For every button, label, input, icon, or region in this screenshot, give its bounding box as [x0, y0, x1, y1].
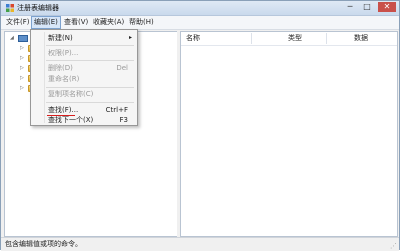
menu-item-label: 权限(P)... [48, 49, 79, 57]
menu-item-new[interactable]: 新建(N) ▸ [31, 32, 137, 44]
menu-item-label: 查找下一个(X) [48, 116, 94, 124]
collapse-arrow-icon[interactable]: ◢ [10, 36, 14, 41]
values-list-pane[interactable]: 名称 类型 数据 [180, 31, 398, 237]
registry-editor-icon [6, 4, 14, 12]
menu-item-find-next[interactable]: 查找下一个(X) F3 [31, 114, 137, 126]
close-button[interactable]: ✕ [378, 2, 396, 12]
menu-item-label: 重命名(R) [48, 75, 80, 83]
expand-arrow-icon[interactable]: ▷ [20, 76, 24, 81]
expand-arrow-icon[interactable]: ▷ [20, 86, 24, 91]
menu-item-shortcut: F3 [119, 116, 128, 124]
menu-separator [46, 45, 134, 46]
menu-bar: 文件(F) 编辑(E) 查看(V) 收藏夹(A) 帮助(H) [1, 16, 399, 30]
menu-item-copy-key-name[interactable]: 复制项名称(C) [31, 88, 137, 100]
expand-arrow-icon[interactable]: ▷ [20, 46, 24, 51]
column-divider[interactable] [251, 33, 252, 44]
minimize-button[interactable]: ─ [343, 2, 357, 12]
column-header-name[interactable]: 名称 [186, 32, 200, 44]
menu-item-label: 新建(N) [48, 34, 73, 42]
edit-menu-dropdown: 新建(N) ▸ 权限(P)... 删除(D) Del 重命名(R) 复制项名称(… [30, 29, 138, 126]
column-divider[interactable] [326, 33, 327, 44]
status-text: 包含编辑值或项的命令。 [5, 240, 82, 248]
resize-grip-icon[interactable]: ⋰ [390, 242, 397, 250]
computer-icon [18, 35, 28, 42]
menu-favorites[interactable]: 收藏夹(A) [91, 17, 126, 28]
column-header-type[interactable]: 类型 [288, 32, 302, 44]
menu-item-rename[interactable]: 重命名(R) [31, 73, 137, 85]
menu-item-label: 复制项名称(C) [48, 90, 94, 98]
title-bar[interactable]: 注册表编辑器 ─ □ ✕ [1, 1, 399, 16]
menu-view[interactable]: 查看(V) [62, 17, 90, 28]
list-header: 名称 类型 数据 [181, 32, 397, 46]
submenu-arrow-icon: ▸ [128, 34, 132, 41]
menu-separator [46, 60, 134, 61]
window-title: 注册表编辑器 [17, 4, 59, 12]
menu-edit[interactable]: 编辑(E) [31, 16, 61, 29]
menu-file[interactable]: 文件(F) [4, 17, 32, 28]
maximize-button[interactable]: □ [360, 2, 374, 12]
column-header-data[interactable]: 数据 [354, 32, 368, 44]
menu-item-permissions[interactable]: 权限(P)... [31, 47, 137, 59]
expand-arrow-icon[interactable]: ▷ [20, 56, 24, 61]
registry-editor-window: 注册表编辑器 ─ □ ✕ 文件(F) 编辑(E) 查看(V) 收藏夹(A) 帮助… [0, 0, 400, 251]
menu-help[interactable]: 帮助(H) [127, 17, 156, 28]
menu-separator [46, 102, 134, 103]
status-bar: 包含编辑值或项的命令。 ⋰ [1, 237, 399, 251]
expand-arrow-icon[interactable]: ▷ [20, 66, 24, 71]
